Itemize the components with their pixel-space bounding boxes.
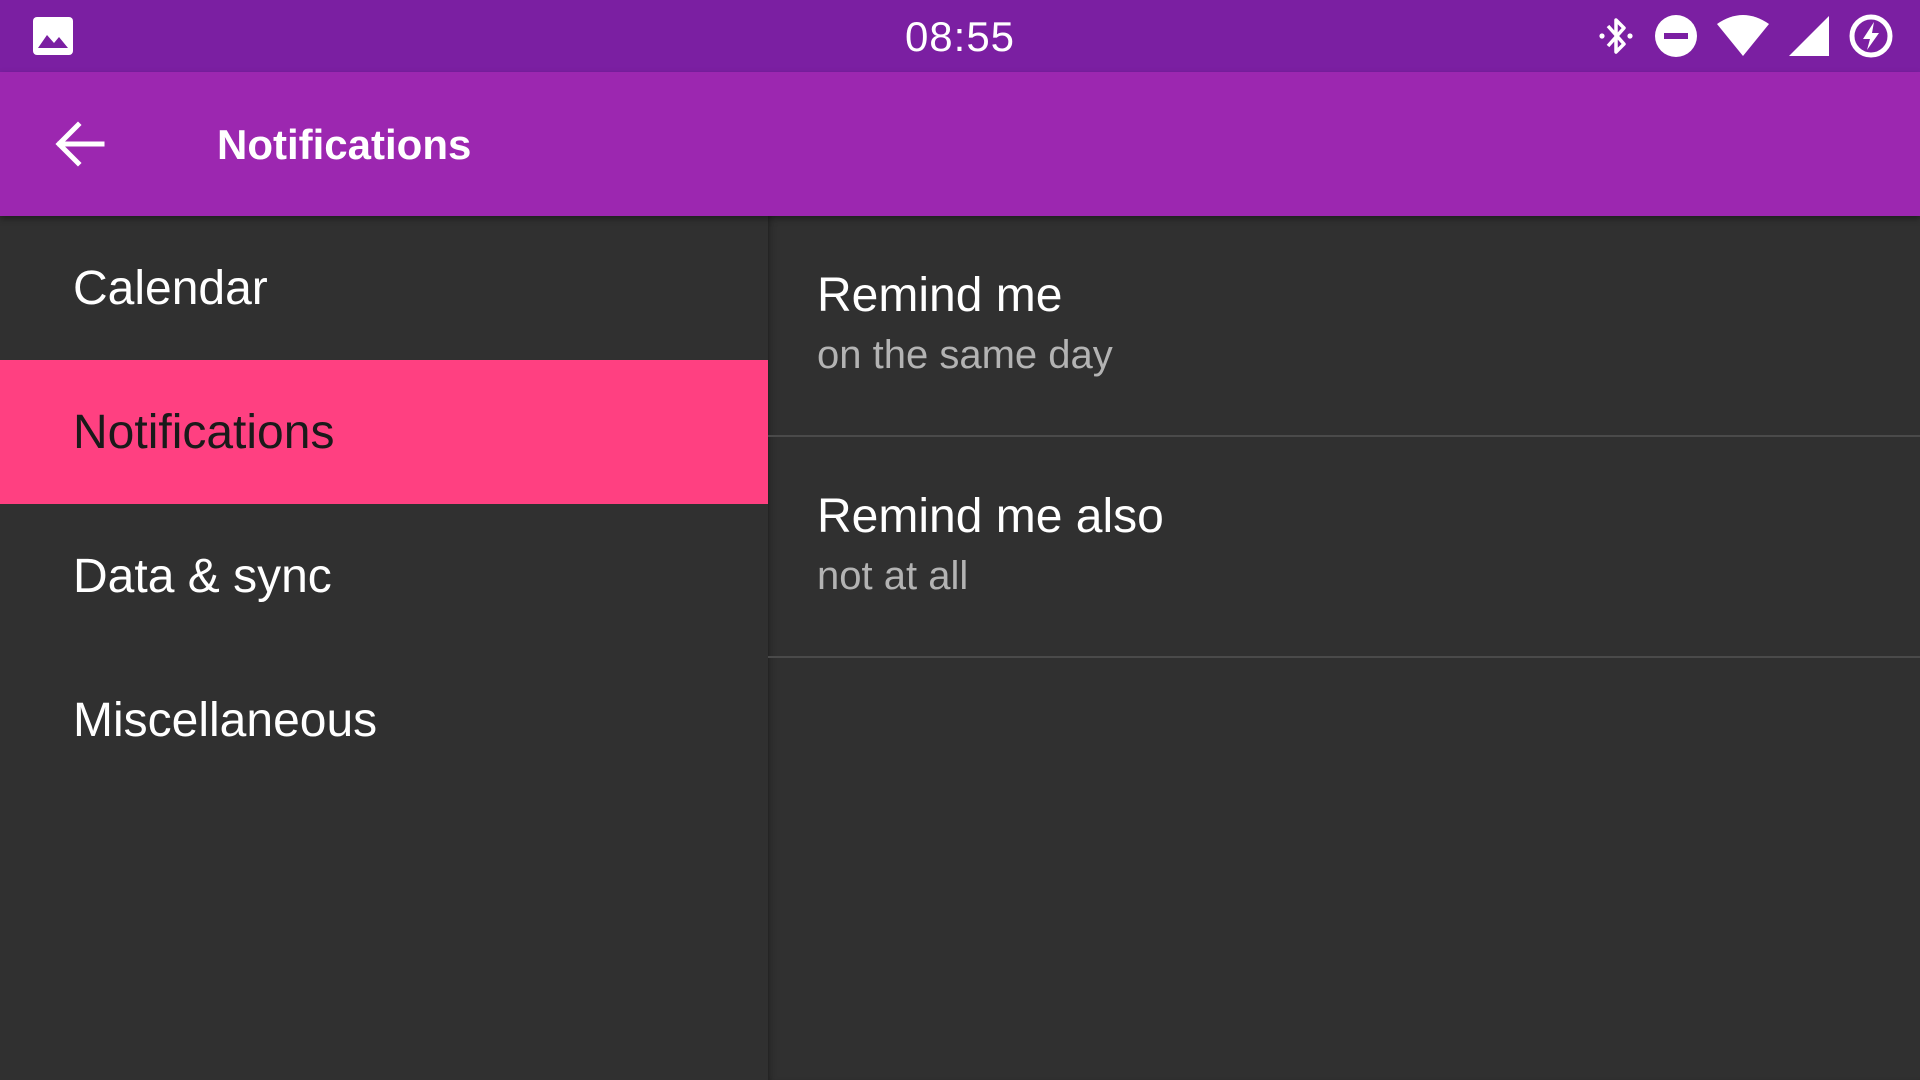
preference-remind-me[interactable]: Remind me on the same day [768,216,1920,437]
category-label: Notifications [73,405,335,459]
status-bar: 08:55 [0,0,1920,72]
preference-summary: on the same day [817,333,1113,377]
preference-remind-me-also[interactable]: Remind me also not at all [768,437,1920,658]
wifi-icon [1717,15,1769,56]
category-label: Data & sync [73,549,332,603]
cell-signal-icon [1789,16,1829,56]
category-label: Calendar [73,261,268,315]
category-item-calendar[interactable]: Calendar [0,216,768,360]
arrow-back-icon [55,121,105,167]
category-item-miscellaneous[interactable]: Miscellaneous [0,648,768,792]
battery-saver-icon [1849,14,1893,58]
category-label: Miscellaneous [73,693,378,747]
preferences-panel: Remind me on the same day Remind me also… [768,216,1920,1080]
do-not-disturb-icon [1655,15,1697,57]
category-list: Calendar Notifications Data & sync Misce… [0,216,768,1080]
page-title: Notifications [217,121,472,168]
preference-title: Remind me also [817,490,1164,543]
app-bar: Notifications [0,72,1920,216]
back-button[interactable] [44,108,116,180]
category-item-notifications[interactable]: Notifications [0,360,768,504]
bluetooth-icon [1599,18,1633,54]
status-icons [1578,12,1894,60]
preference-title: Remind me [817,269,1063,322]
category-item-data-sync[interactable]: Data & sync [0,504,768,648]
preference-summary: not at all [817,554,969,598]
screen: 08:55 Notifications Calendar Notificatio… [0,0,1920,1080]
